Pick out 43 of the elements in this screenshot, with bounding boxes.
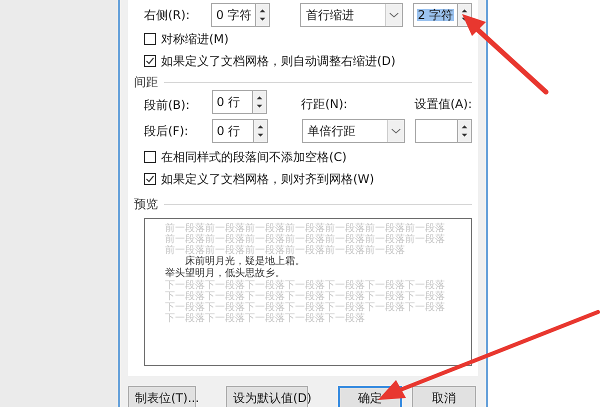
checkbox-label: 对称缩进(M) <box>161 33 229 45</box>
section-title: 间距 <box>134 76 158 88</box>
dropdown[interactable]: 单倍行距 <box>302 119 406 143</box>
section-title: 预览 <box>134 198 158 210</box>
spinner-arrows-icon[interactable] <box>457 120 471 142</box>
dropdown-value: 首行缩进 <box>306 9 354 21</box>
checkbox[interactable] <box>144 55 156 67</box>
chevron-down-icon[interactable] <box>387 120 404 142</box>
dialog-button[interactable]: 取消 <box>412 386 476 407</box>
field-label: 设置值(A): <box>414 98 472 110</box>
spinner-arrows-icon[interactable] <box>252 91 266 113</box>
preview-text: 下一段落下一段落下一段落下一段落下一段落下一段落下一段落下一段落下一段落下一段落下一段落下一段落下一段落下一段落下一段落下一段落下一段落下一段落下一段落下一段落下一段落下一段落下一段落下一段落下一段落下一段落 <box>165 280 446 324</box>
field-value: 2 字符 <box>416 9 454 21</box>
checkbox[interactable] <box>144 173 156 185</box>
field-label: 行距(N): <box>301 98 348 110</box>
field-label: 段前(B): <box>144 98 190 112</box>
preview-text: 前一段落前一段落前一段落前一段落前一段落前一段落前一段落前一段落前一段落前一段落前一段落前一段落前一段落前一段落前一段落前一段落前一段落前一段落前一段落前一段落 <box>165 223 446 256</box>
checkbox[interactable] <box>144 33 156 45</box>
field-value: 0 字符 <box>215 9 253 21</box>
spinner-arrows-icon[interactable] <box>252 120 267 142</box>
dropdown-value: 单倍行距 <box>308 125 356 137</box>
dropdown[interactable]: 首行缩进 <box>300 3 403 27</box>
indent-by-field[interactable]: 2 字符 <box>412 3 472 27</box>
checkbox[interactable] <box>144 151 156 163</box>
chevron-down-icon[interactable] <box>384 4 402 26</box>
checkbox-label: 如果定义了文档网格，则自动调整右缩进(D) <box>161 55 396 67</box>
field-label: 右侧(R): <box>144 9 191 21</box>
field-value: 0 行 <box>216 96 242 108</box>
checkbox-label: 如果定义了文档网格，则对齐到网格(W) <box>161 173 374 185</box>
checkbox-label: 在相同样式的段落间不添加空格(C) <box>161 151 347 163</box>
field-label: 段后(F): <box>144 125 190 137</box>
spacing-value-field[interactable] <box>415 119 472 143</box>
field-value: 0 行 <box>216 125 242 137</box>
dialog-button[interactable]: 制表位(T)... <box>128 386 196 407</box>
space-after-field[interactable]: 0 行 <box>212 119 268 143</box>
checkmark-icon <box>145 56 155 66</box>
space-before-field[interactable]: 0 行 <box>212 90 268 114</box>
spinner-arrows-icon[interactable] <box>255 4 270 26</box>
right-indent-field[interactable]: 0 字符 <box>211 3 270 27</box>
dialog-button[interactable]: 设为默认值(D) <box>226 386 308 407</box>
preview-sample-text: 床前明月光，疑是地上霜。 <box>184 256 306 268</box>
checkmark-icon <box>145 174 155 184</box>
preview-sample-text: 举头望明月，低头思故乡。 <box>165 268 286 280</box>
